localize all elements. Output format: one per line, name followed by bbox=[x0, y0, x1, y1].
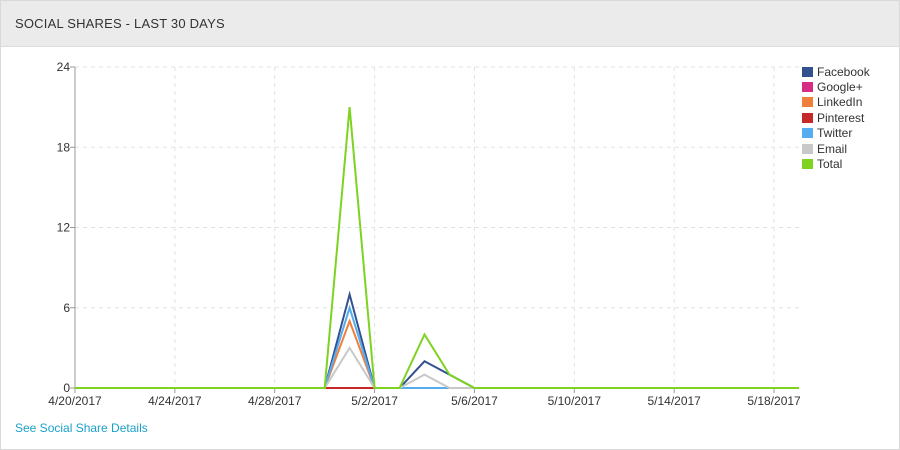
series-line-facebook bbox=[75, 290, 799, 389]
legend-label: Twitter bbox=[817, 126, 853, 141]
legend-item[interactable]: Google+ bbox=[802, 79, 870, 94]
series-line-twitter bbox=[75, 304, 799, 389]
panel-header: SOCIAL SHARES - LAST 30 DAYS bbox=[1, 1, 899, 47]
legend-swatch bbox=[802, 143, 813, 154]
y-tick-label: 12 bbox=[57, 221, 71, 235]
legend-label: Google+ bbox=[817, 80, 863, 95]
legend-swatch bbox=[802, 66, 813, 77]
series-line-total bbox=[75, 107, 799, 389]
x-tick-label: 5/18/2017 bbox=[747, 394, 801, 408]
x-tick-label: 5/14/2017 bbox=[647, 394, 701, 408]
see-social-share-details-link[interactable]: See Social Share Details bbox=[15, 421, 148, 435]
social-shares-chart: 0 6 12 18 24 4/20/2017 4/24/2017 4/28/2017 5/2/2… bbox=[48, 60, 801, 408]
legend-item[interactable]: Total bbox=[802, 156, 870, 171]
x-tick-label: 4/20/2017 bbox=[48, 394, 102, 408]
legend-swatch bbox=[802, 82, 813, 93]
legend-label: Email bbox=[817, 141, 848, 156]
legend-item[interactable]: Facebook bbox=[802, 64, 870, 79]
panel-title: SOCIAL SHARES - LAST 30 DAYS bbox=[15, 16, 225, 31]
legend-swatch bbox=[802, 159, 813, 170]
legend-swatch bbox=[802, 97, 813, 108]
social-shares-panel: SOCIAL SHARES - LAST 30 DAYS 0 6 12 18 24 4/2… bbox=[0, 0, 900, 450]
legend-label: Pinterest bbox=[817, 110, 865, 125]
legend-item[interactable]: Pinterest bbox=[802, 110, 870, 125]
x-tick-label: 4/24/2017 bbox=[148, 394, 202, 408]
x-tick-label: 5/10/2017 bbox=[548, 394, 602, 408]
legend-label: Total bbox=[817, 157, 843, 172]
y-tick-label: 24 bbox=[57, 60, 71, 74]
x-tick-label: 4/28/2017 bbox=[248, 394, 302, 408]
chart-legend: Facebook Google+ LinkedIn Pinterest Twitter E… bbox=[802, 64, 870, 172]
legend-label: LinkedIn bbox=[817, 95, 863, 110]
legend-item[interactable]: Email bbox=[802, 141, 870, 156]
x-tick-label: 5/6/2017 bbox=[451, 394, 498, 408]
y-tick-label: 6 bbox=[63, 301, 70, 315]
legend-item[interactable]: LinkedIn bbox=[802, 95, 870, 110]
legend-swatch bbox=[802, 128, 813, 139]
legend-label: Facebook bbox=[817, 64, 870, 79]
y-tick-label: 0 bbox=[63, 381, 70, 395]
y-tick-label: 18 bbox=[57, 140, 71, 154]
legend-swatch bbox=[802, 112, 813, 123]
legend-item[interactable]: Twitter bbox=[802, 126, 870, 141]
x-tick-label: 5/2/2017 bbox=[351, 394, 398, 408]
